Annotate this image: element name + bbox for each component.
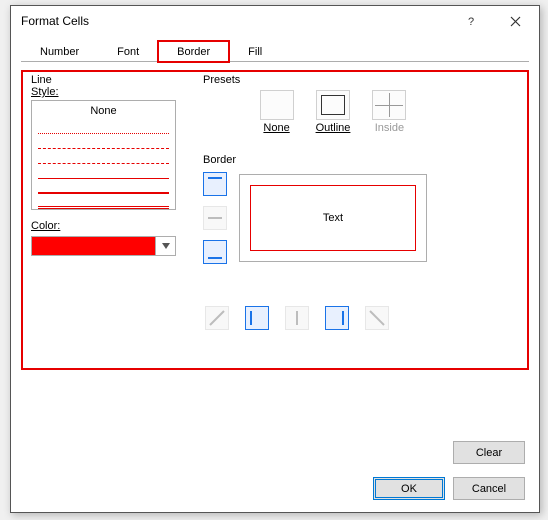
clear-label: Clear bbox=[476, 447, 502, 459]
color-swatch bbox=[32, 237, 155, 255]
cancel-button[interactable]: Cancel bbox=[453, 477, 525, 500]
line-section: Line Style: None Color: bbox=[31, 74, 186, 256]
style-double[interactable] bbox=[38, 196, 169, 209]
border-diag-down-button bbox=[365, 306, 389, 330]
chevron-down-icon[interactable] bbox=[155, 237, 175, 255]
cancel-label: Cancel bbox=[472, 483, 506, 495]
border-title: Border bbox=[203, 154, 493, 166]
preset-inside: Inside bbox=[372, 90, 406, 134]
preset-none-label: None bbox=[263, 122, 289, 134]
titlebar: Format Cells ? bbox=[11, 6, 539, 36]
tab-border[interactable]: Border bbox=[158, 41, 229, 62]
preset-outline-icon bbox=[316, 90, 350, 120]
style-dash[interactable] bbox=[38, 136, 169, 149]
style-solid[interactable] bbox=[38, 166, 169, 179]
preset-outline-label: Outline bbox=[316, 122, 351, 134]
color-label: Color: bbox=[31, 220, 186, 232]
border-top-button[interactable] bbox=[203, 172, 227, 196]
window-title: Format Cells bbox=[21, 14, 449, 28]
border-bottom-button[interactable] bbox=[203, 240, 227, 264]
preset-outline[interactable]: Outline bbox=[316, 90, 351, 134]
preset-inside-label: Inside bbox=[375, 122, 404, 134]
line-title: Line bbox=[31, 74, 186, 86]
svg-text:?: ? bbox=[468, 16, 474, 27]
style-dashdot[interactable] bbox=[38, 151, 169, 164]
format-cells-dialog: Format Cells ? Number Font Border Fill L… bbox=[10, 5, 540, 513]
tab-number[interactable]: Number bbox=[21, 41, 98, 62]
preset-inside-icon bbox=[372, 90, 406, 120]
style-label: Style: bbox=[31, 86, 186, 98]
border-bottom-row bbox=[205, 306, 493, 330]
tab-label: Fill bbox=[248, 46, 262, 58]
tab-fill[interactable]: Fill bbox=[229, 41, 281, 62]
style-none[interactable]: None bbox=[38, 105, 169, 119]
help-button[interactable]: ? bbox=[449, 7, 493, 35]
border-vertical-button bbox=[285, 306, 309, 330]
ok-button[interactable]: OK bbox=[373, 477, 445, 500]
preset-none[interactable]: None bbox=[260, 90, 294, 134]
preset-none-icon bbox=[260, 90, 294, 120]
border-panel: Line Style: None Color: Presets bbox=[21, 70, 529, 370]
border-diag-up-button bbox=[205, 306, 229, 330]
preview-outline bbox=[250, 185, 416, 251]
dialog-buttons: OK Cancel bbox=[373, 477, 525, 500]
clear-button[interactable]: Clear bbox=[453, 441, 525, 464]
border-horizontal-button bbox=[203, 206, 227, 230]
border-section: Border Text bbox=[203, 154, 493, 330]
style-thick[interactable] bbox=[38, 181, 169, 194]
border-preview: Text bbox=[239, 174, 427, 262]
border-left-button[interactable] bbox=[245, 306, 269, 330]
tab-label: Border bbox=[177, 46, 210, 58]
ok-label: OK bbox=[401, 483, 417, 495]
color-picker[interactable] bbox=[31, 236, 176, 256]
tab-strip: Number Font Border Fill bbox=[11, 40, 539, 61]
tab-label: Font bbox=[117, 46, 139, 58]
presets-section: Presets None Outline Inside bbox=[203, 74, 463, 134]
close-button[interactable] bbox=[493, 7, 537, 35]
tab-font[interactable]: Font bbox=[98, 41, 158, 62]
presets-title: Presets bbox=[203, 74, 463, 86]
tab-label: Number bbox=[40, 46, 79, 58]
border-right-button[interactable] bbox=[325, 306, 349, 330]
style-picker[interactable]: None bbox=[31, 100, 176, 210]
style-dotted[interactable] bbox=[38, 121, 169, 134]
